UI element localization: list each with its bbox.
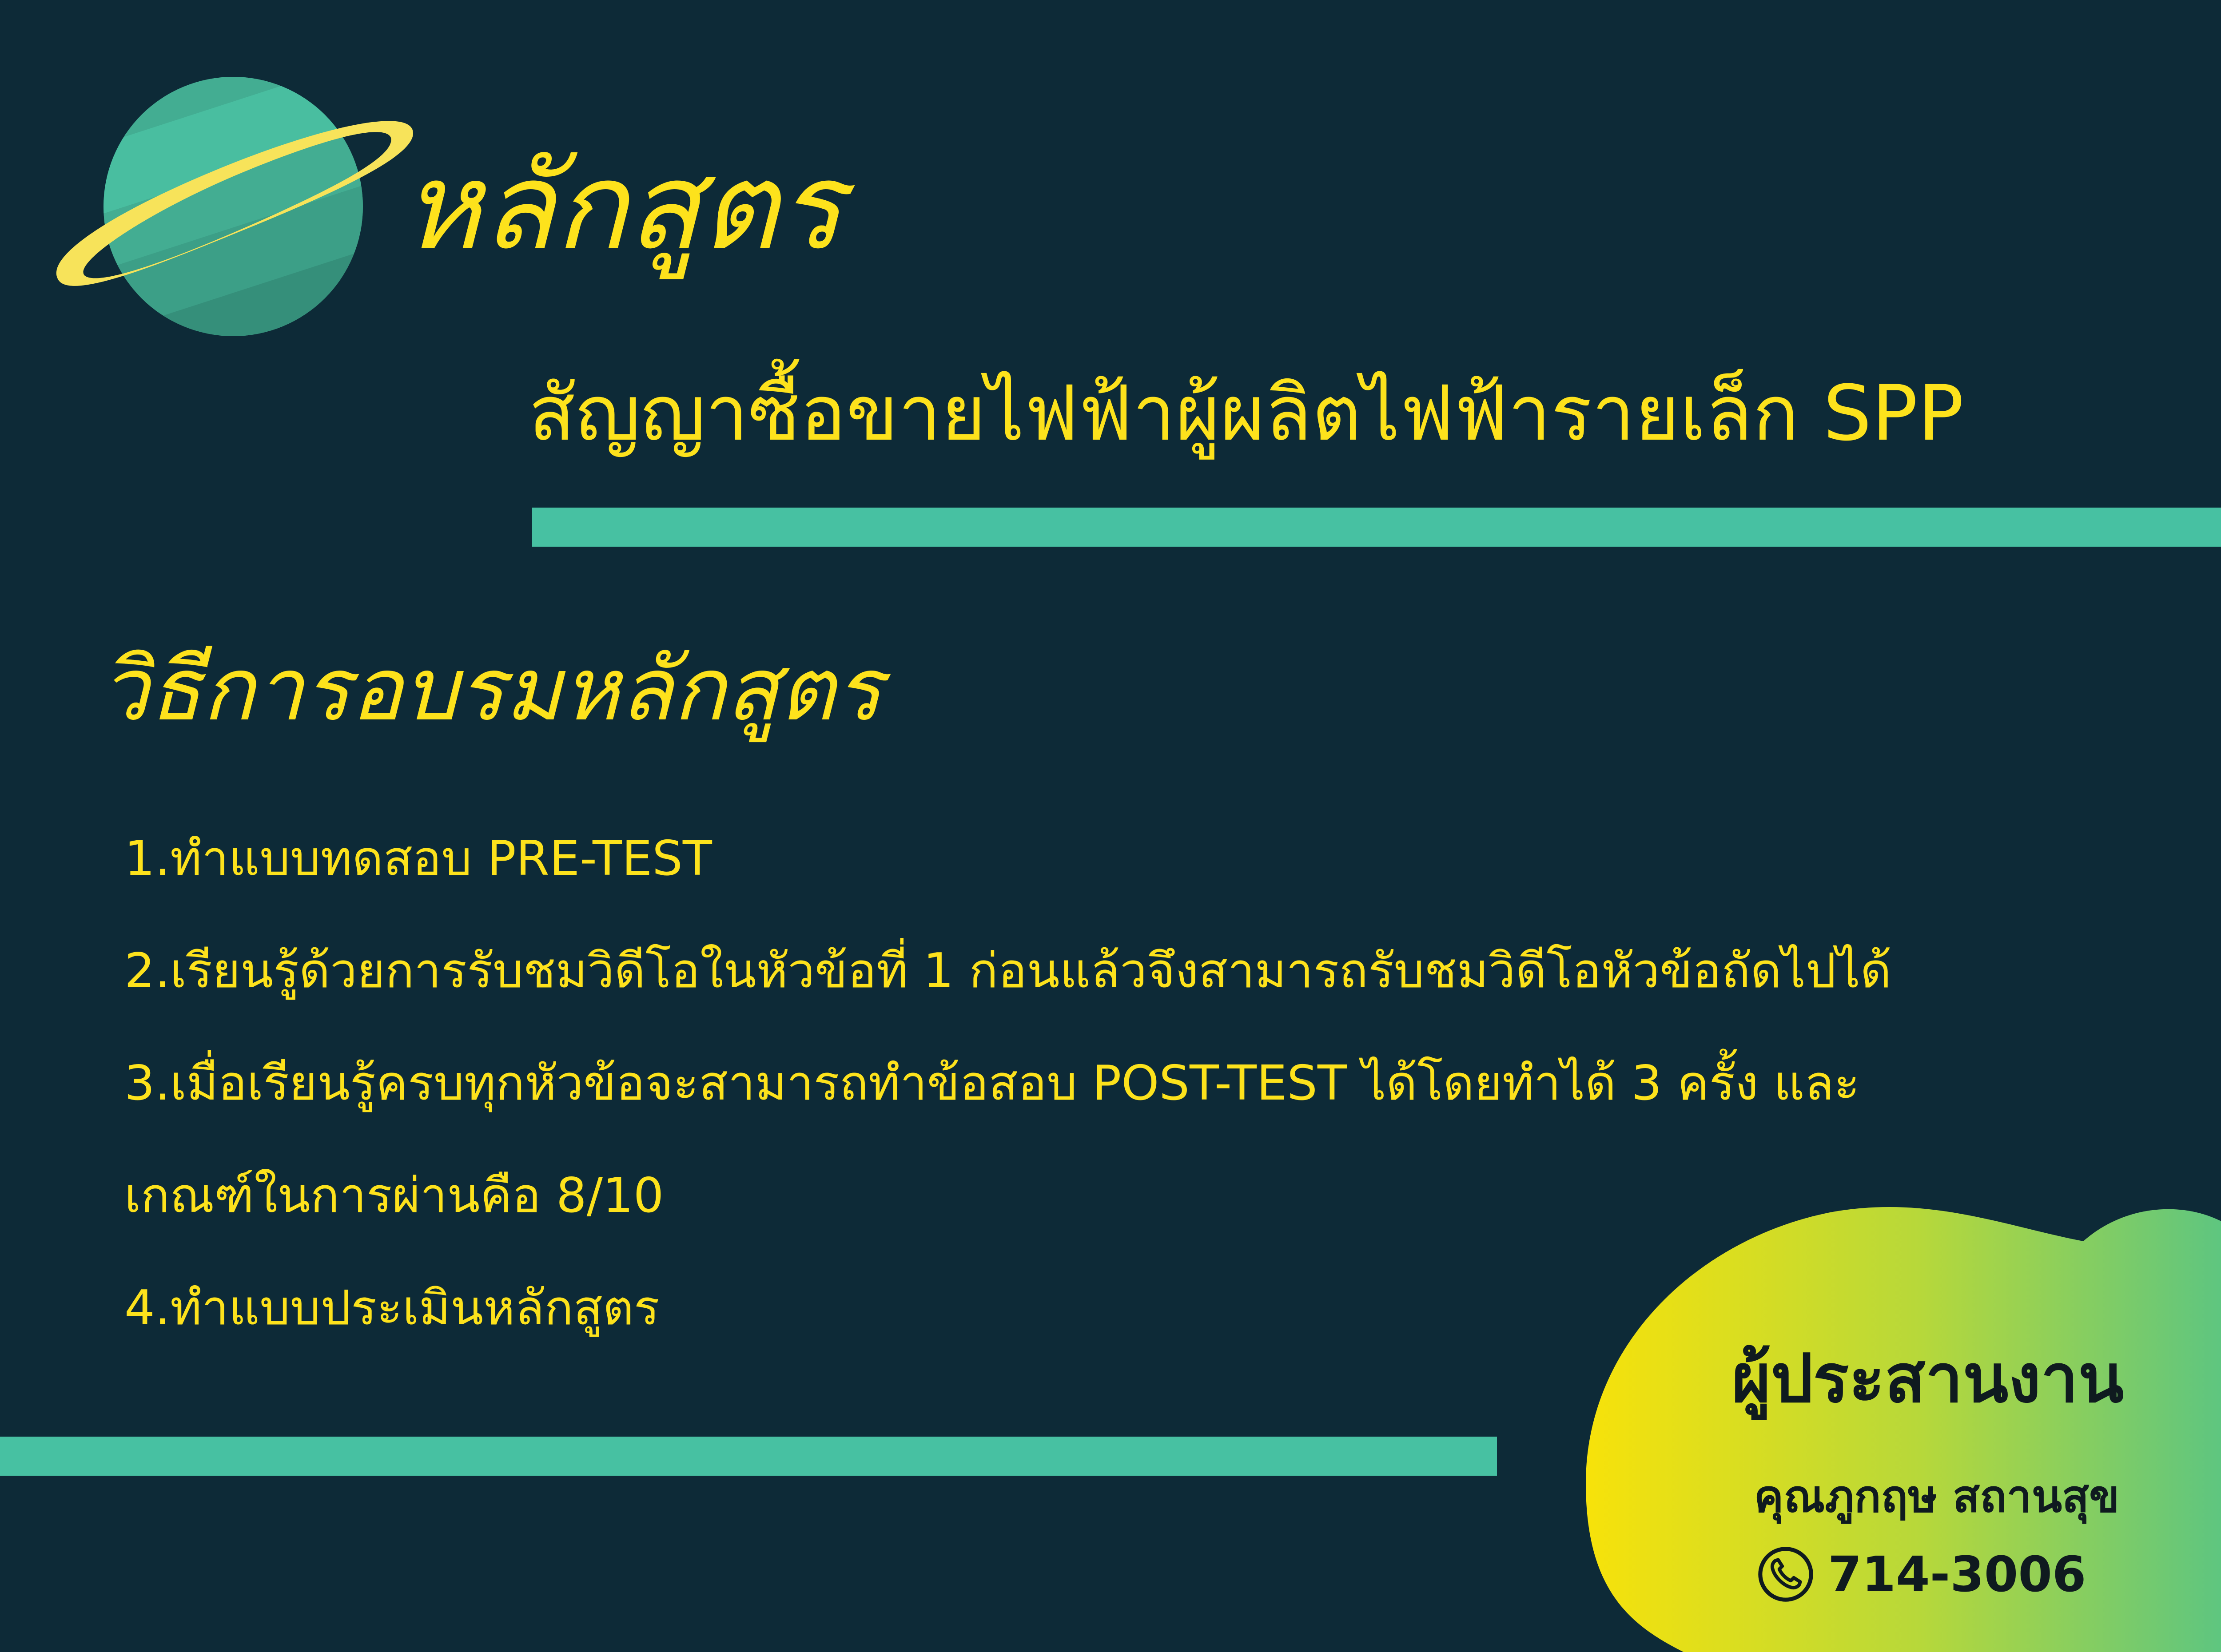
bottom-divider <box>0 1437 1497 1476</box>
coordinator-label: ผู้ประสานงาน <box>1731 1340 2124 1418</box>
course-subtitle: สัญญาซื้อขายไฟฟ้าผู้ผลิตไฟฟ้ารายเล็ก SPP <box>529 369 1964 458</box>
poster: หลักสูตร สัญญาซื้อขายไฟฟ้าผู้ผลิตไฟฟ้ารา… <box>0 0 2221 1652</box>
step-item: 3.เมื่อเรียนรู้ครบทุกหัวข้อจะสามารถทำข้อ… <box>124 1056 1860 1111</box>
phone-row: 714-3006 <box>1757 1543 2086 1605</box>
method-heading: วิธีการอบรมหลักสูตร <box>100 639 882 740</box>
step-item: 2.เรียนรู้ด้วยการรับชมวิดีโอในหัวข้อที่ … <box>124 943 1891 999</box>
course-title: หลักสูตร <box>402 136 843 276</box>
phone-number: 714-3006 <box>1828 1546 2086 1603</box>
planet-icon <box>56 77 414 336</box>
step-item: 1.ทำแบบทดสอบ PRE-TEST <box>124 831 712 886</box>
coordinator-name: คุณภูกฤษ สถานสุข <box>1754 1470 2120 1522</box>
phone-icon <box>1758 1547 1813 1602</box>
top-divider <box>532 508 2221 547</box>
